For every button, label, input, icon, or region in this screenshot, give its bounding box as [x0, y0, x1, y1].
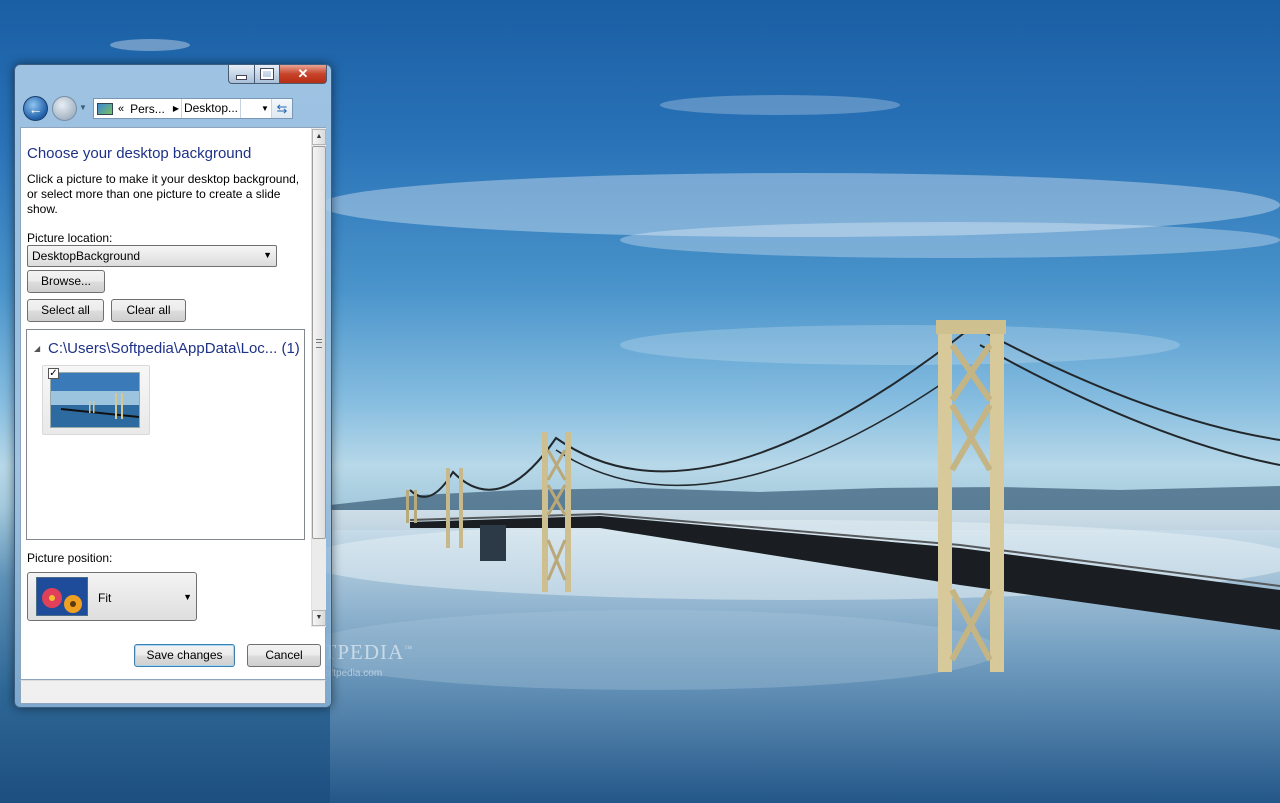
picture-gallery: ◢ C:\Users\Softpedia\AppData\Loc... (1) … [26, 329, 305, 540]
address-dropdown-icon[interactable]: ▼ [258, 99, 272, 118]
content-pane: Choose your desktop background Click a p… [20, 127, 326, 680]
page-title: Choose your desktop background [27, 145, 252, 162]
select-all-button[interactable]: Select all [27, 299, 104, 322]
chevron-down-icon: ▼ [183, 592, 192, 602]
chevron-down-icon: ▼ [263, 250, 272, 260]
breadcrumb-arrow-icon[interactable]: ▶ [173, 104, 179, 113]
picture-position-label: Picture position: [27, 551, 113, 565]
cancel-button[interactable]: Cancel [247, 644, 321, 667]
minimize-icon [236, 74, 247, 80]
refresh-icon: ⇆ [276, 101, 288, 116]
picture-location-value: DesktopBackground [32, 249, 141, 263]
picture-position-value: Fit [98, 591, 112, 605]
picture-location-select[interactable]: DesktopBackground ▼ [27, 245, 277, 267]
save-changes-button[interactable]: Save changes [134, 644, 235, 667]
collapse-group-icon[interactable]: ◢ [34, 344, 40, 353]
scroll-up-button[interactable]: ▲ [312, 129, 326, 145]
back-button[interactable]: ← [23, 96, 48, 121]
vertical-scrollbar[interactable]: ▲ ▼ [311, 128, 326, 627]
bridge-thumbnail[interactable] [50, 372, 140, 428]
recent-pages-dropdown[interactable]: ▼ [79, 103, 87, 112]
breadcrumb-personalization[interactable]: Pers... [130, 102, 165, 116]
thumbnail-image [51, 373, 139, 427]
caption-buttons: ✕ [228, 65, 327, 84]
picture-position-select[interactable]: Fit ▼ [27, 572, 197, 621]
breadcrumb-overflow[interactable]: « [118, 103, 124, 115]
flower-preview-icon [37, 578, 87, 615]
close-button[interactable]: ✕ [280, 65, 327, 84]
page-description: Click a picture to make it your desktop … [27, 172, 300, 216]
scroll-grip-icon [316, 339, 322, 348]
maximize-button[interactable] [255, 65, 280, 84]
thumbnail-checkbox[interactable]: ✓ [48, 368, 59, 379]
clear-all-button[interactable]: Clear all [111, 299, 186, 322]
browse-button[interactable]: Browse... [27, 270, 105, 293]
forward-button[interactable] [52, 96, 77, 121]
scroll-down-button[interactable]: ▼ [312, 610, 326, 626]
navigation-bar: ← ▼ « Pers... ▶ Desktop... ▼ ⇆ [21, 95, 325, 123]
thumbnail-item[interactable]: ✓ [42, 365, 150, 435]
position-preview-image [36, 577, 88, 616]
back-arrow-icon: ← [28, 100, 43, 117]
scroll-thumb[interactable] [312, 146, 326, 539]
close-icon: ✕ [297, 66, 309, 81]
personalization-window: ✕ ← ▼ « Pers... ▶ Desktop... ▼ ⇆ Choose … [14, 64, 332, 708]
maximize-icon [260, 68, 274, 80]
picture-location-label: Picture location: [27, 231, 113, 245]
status-bar [20, 680, 326, 704]
breadcrumb-desktop-background[interactable]: Desktop... [180, 99, 241, 118]
refresh-button[interactable]: ⇆ [271, 99, 292, 118]
minimize-button[interactable] [228, 65, 255, 84]
control-panel-icon [97, 102, 113, 115]
gallery-group-header[interactable]: C:\Users\Softpedia\AppData\Loc... (1) [48, 340, 300, 357]
address-bar[interactable]: « Pers... ▶ Desktop... ▼ ⇆ [93, 98, 293, 119]
